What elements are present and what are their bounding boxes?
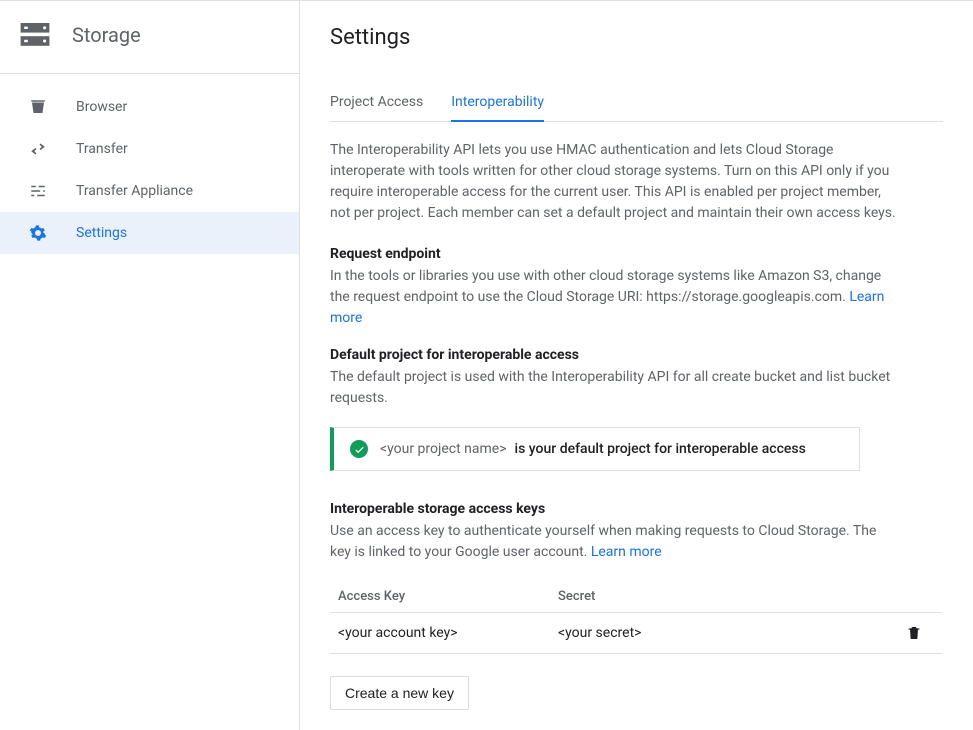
sidebar-item-transfer-appliance[interactable]: Transfer Appliance (0, 170, 299, 212)
sidebar-header: Storage (0, 1, 299, 74)
gear-icon (28, 223, 48, 243)
section-access-keys: Interoperable storage access keys Use an… (330, 501, 943, 710)
tab-project-access[interactable]: Project Access (330, 94, 423, 122)
default-project-callout: <your project name> is your default proj… (330, 427, 860, 471)
default-project-text: The default project is used with the Int… (330, 367, 900, 409)
request-endpoint-title: Request endpoint (330, 246, 943, 262)
section-default-project: Default project for interoperable access… (330, 347, 943, 471)
access-keys-title: Interoperable storage access keys (330, 501, 943, 517)
sidebar-item-label: Transfer Appliance (76, 183, 193, 199)
section-request-endpoint: Request endpoint In the tools or librari… (330, 246, 943, 329)
cell-access-key: <your account key> (338, 625, 558, 641)
table-header: Access Key Secret (330, 581, 942, 613)
transfer-icon (28, 139, 48, 159)
sidebar-nav: Browser Transfer Transfer Appliance Sett… (0, 74, 299, 254)
default-project-title: Default project for interoperable access (330, 347, 943, 363)
page-title: Settings (330, 25, 943, 50)
access-keys-table: Access Key Secret <your account key> <yo… (330, 581, 942, 654)
learn-more-link[interactable]: Learn more (591, 544, 662, 560)
sliders-icon (28, 181, 48, 201)
product-title: Storage (72, 23, 141, 47)
bucket-icon (28, 97, 48, 117)
sidebar: Storage Browser Transfer Transfer Applia… (0, 1, 300, 730)
project-name-placeholder: <your project name> (380, 441, 507, 457)
access-keys-text: Use an access key to authenticate yourse… (330, 521, 900, 563)
default-project-message: is your default project for interoperabl… (515, 441, 806, 457)
col-secret: Secret (558, 589, 906, 604)
cell-secret: <your secret> (558, 625, 906, 641)
create-key-button[interactable]: Create a new key (330, 676, 469, 710)
sidebar-item-transfer[interactable]: Transfer (0, 128, 299, 170)
table-row: <your account key> <your secret> (330, 613, 942, 654)
tab-interoperability[interactable]: Interoperability (451, 94, 544, 122)
sidebar-item-label: Settings (76, 225, 127, 241)
sidebar-item-browser[interactable]: Browser (0, 86, 299, 128)
tabs: Project Access Interoperability (330, 94, 943, 122)
intro-text: The Interoperability API lets you use HM… (330, 140, 900, 224)
storage-icon (20, 23, 50, 47)
sidebar-item-settings[interactable]: Settings (0, 212, 299, 254)
sidebar-item-label: Transfer (76, 141, 128, 157)
main-content: Settings Project Access Interoperability… (300, 1, 973, 730)
col-access-key: Access Key (338, 589, 558, 604)
check-circle-icon (350, 440, 368, 458)
sidebar-item-label: Browser (76, 99, 127, 115)
trash-icon[interactable] (906, 625, 934, 641)
request-endpoint-text: In the tools or libraries you use with o… (330, 266, 900, 329)
